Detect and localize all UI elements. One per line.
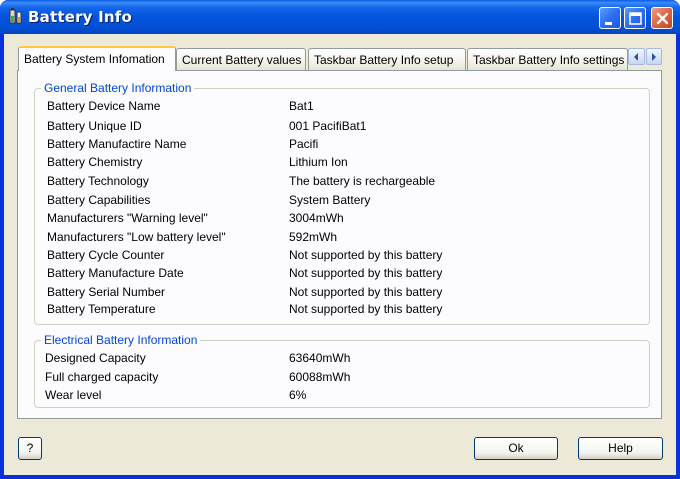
- minimize-button[interactable]: [599, 7, 621, 29]
- dialog-client-area: Battery System Infomation Current Batter…: [4, 34, 676, 475]
- row-label: Battery Temperature: [47, 302, 156, 316]
- arrow-left-icon: [632, 50, 640, 64]
- title-bar[interactable]: Battery Info: [0, 0, 680, 34]
- row-label: Manufacturers "Warning level": [47, 211, 208, 225]
- row-label: Battery Technology: [47, 174, 149, 188]
- electrical-battery-information-group: Electrical Battery Information Designed …: [34, 333, 650, 408]
- row-label: Battery Capabilities: [47, 193, 151, 207]
- group-title-general: General Battery Information: [41, 81, 195, 95]
- tab-battery-system-information[interactable]: Battery System Infomation: [18, 46, 176, 71]
- close-button[interactable]: [651, 7, 673, 29]
- row-value: 63640mWh: [289, 351, 351, 365]
- tab-scroll-controls: [628, 48, 662, 65]
- tab-label: Battery System Infomation: [24, 52, 165, 66]
- row-value: 001 PacifiBat1: [289, 119, 367, 133]
- row-label: Wear level: [45, 388, 102, 402]
- tab-scroll-left-button[interactable]: [628, 48, 645, 65]
- tab-taskbar-battery-info-setup[interactable]: Taskbar Battery Info setup: [308, 48, 466, 70]
- help-button[interactable]: Help: [578, 437, 663, 460]
- row-value: Not supported by this battery: [289, 266, 443, 280]
- tab-label: Taskbar Battery Info settings: [473, 53, 625, 67]
- row-label: Battery Cycle Counter: [47, 248, 165, 262]
- row-value: Pacifi: [289, 137, 319, 151]
- row-label: Full charged capacity: [45, 370, 159, 384]
- row-label: Battery Manufacture Date: [47, 266, 184, 280]
- row-value: Not supported by this battery: [289, 285, 443, 299]
- row-value: Bat1: [289, 99, 314, 113]
- tab-taskbar-battery-info-settings[interactable]: Taskbar Battery Info settings: [467, 48, 628, 70]
- maximize-button[interactable]: [624, 7, 646, 29]
- row-value: 60088mWh: [289, 370, 351, 384]
- arrow-right-icon: [650, 50, 658, 64]
- tab-scroll-right-button[interactable]: [645, 48, 662, 65]
- row-value: 3004mWh: [289, 211, 344, 225]
- row-value: 592mWh: [289, 230, 338, 244]
- tab-label: Taskbar Battery Info setup: [314, 53, 454, 67]
- tab-page-battery-system-information: General Battery Information Battery Devi…: [17, 70, 662, 419]
- row-value: System Battery: [289, 193, 371, 207]
- row-value: Not supported by this battery: [289, 302, 443, 316]
- row-label: Battery Chemistry: [47, 155, 143, 169]
- tab-label: Current Battery values: [182, 53, 302, 67]
- row-label: Battery Serial Number: [47, 285, 166, 299]
- window-title: Battery Info: [28, 8, 132, 26]
- help-question-button[interactable]: ?: [18, 437, 42, 460]
- row-label: Battery Manufactire Name: [47, 137, 187, 151]
- row-label: Battery Unique ID: [47, 119, 142, 133]
- battery-info-window: Battery Info Battery System Infomation C…: [0, 0, 680, 479]
- battery-icon: [8, 8, 24, 25]
- row-label: Designed Capacity: [45, 351, 146, 365]
- row-value: Not supported by this battery: [289, 248, 443, 262]
- ok-button[interactable]: Ok: [474, 437, 558, 460]
- row-value: Lithium Ion: [289, 155, 348, 169]
- row-value: 6%: [289, 388, 307, 402]
- tab-current-battery-values[interactable]: Current Battery values: [176, 48, 306, 70]
- row-label: Manufacturers "Low battery level": [47, 230, 226, 244]
- group-title-electrical: Electrical Battery Information: [41, 333, 201, 347]
- row-value: The battery is rechargeable: [289, 174, 436, 188]
- row-label: Battery Device Name: [47, 99, 161, 113]
- general-battery-information-group: General Battery Information Battery Devi…: [34, 81, 650, 325]
